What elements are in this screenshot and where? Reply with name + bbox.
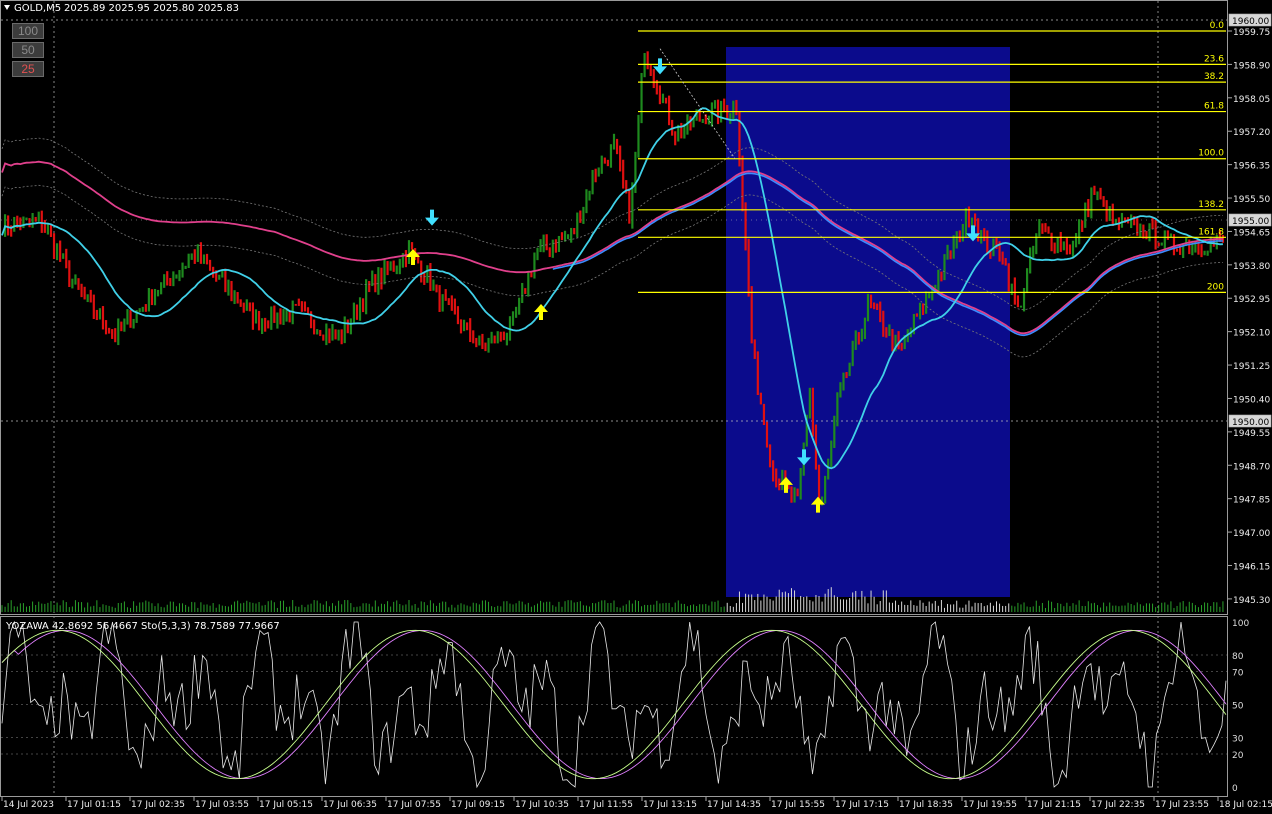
price-tick-label: 1953.80 [1233, 262, 1270, 272]
price-tick-label: 1947.85 [1233, 496, 1270, 506]
time-tick-label: 17 Jul 19:55 [963, 800, 1017, 810]
fibo-level-label: 38.2 [1204, 72, 1224, 82]
zoom-50-label: 50 [21, 43, 35, 57]
price-tick-label: 1945.30 [1233, 596, 1270, 606]
price-tick-label: 1955.50 [1233, 195, 1270, 205]
price-tick-label: 1958.05 [1233, 95, 1270, 105]
time-tick-label: 17 Jul 23:55 [1155, 800, 1209, 810]
highlight-zone [726, 47, 1010, 597]
ohlc-label: 2025.89 2025.95 2025.80 2025.83 [64, 3, 239, 14]
price-tick-label: 1946.15 [1233, 562, 1270, 572]
time-tick-label: 17 Jul 15:55 [771, 800, 825, 810]
price-tick-label: 1949.55 [1233, 429, 1270, 439]
price-tick-label: 1958.90 [1233, 61, 1270, 71]
time-tick-label: 18 Jul 02:15 [1219, 800, 1272, 810]
price-tick-label: 1947.00 [1233, 529, 1270, 539]
time-tick-label: 17 Jul 10:35 [515, 800, 569, 810]
fibo-level-label: 200 [1207, 282, 1224, 292]
indicator-level-label: 80 [1232, 652, 1244, 662]
current-price-label: 1955.00 [1232, 217, 1269, 227]
zoom-25-label: 25 [21, 62, 35, 76]
time-tick-label: 17 Jul 02:35 [131, 800, 185, 810]
fibo-level-label: 61.8 [1204, 102, 1224, 112]
indicator-level-label: 50 [1232, 702, 1244, 712]
symbol-label: GOLD,M5 [14, 3, 61, 14]
price-tick-label: 1959.75 [1233, 28, 1270, 38]
price-tick-label: 1950.40 [1233, 395, 1270, 405]
time-tick-label: 17 Jul 11:55 [579, 800, 633, 810]
time-tick-label: 17 Jul 03:55 [195, 800, 249, 810]
time-tick-label: 14 Jul 2023 [3, 800, 54, 810]
price-tick-label: 1954.65 [1233, 228, 1270, 238]
zoom-100-button[interactable]: 100 [12, 23, 44, 39]
zoom-100-label: 100 [17, 24, 39, 38]
price-tick-label: 1952.95 [1233, 295, 1270, 305]
indicator-level-label: 100 [1232, 619, 1249, 629]
time-tick-label: 17 Jul 06:35 [323, 800, 377, 810]
indicator-level-label: 0 [1232, 784, 1238, 794]
price-tick-label: 1952.10 [1233, 329, 1270, 339]
fibo-level-label: 138.2 [1198, 200, 1224, 210]
price-tick-label: 1956.35 [1233, 162, 1270, 172]
zoom-50-button[interactable]: 50 [12, 42, 44, 58]
price-tick-label: 1951.25 [1233, 362, 1270, 372]
chart-canvas[interactable]: 0.023.638.261.8100.0138.2161.8200 100807… [0, 0, 1272, 814]
time-tick-label: 17 Jul 22:35 [1091, 800, 1145, 810]
indicator-title: YOZAWA 42.8692 56.4667 Sto(5,3,3) 78.758… [5, 621, 280, 632]
time-tick-label: 17 Jul 18:35 [899, 800, 953, 810]
time-tick-label: 17 Jul 14:35 [707, 800, 761, 810]
time-tick-label: 17 Jul 01:15 [67, 800, 121, 810]
fibo-level-label: 100.0 [1198, 149, 1224, 159]
time-tick-label: 17 Jul 21:15 [1027, 800, 1081, 810]
fibo-level-label: 161.8 [1198, 227, 1224, 237]
fibo-level-label: 23.6 [1204, 54, 1224, 64]
time-tick-label: 17 Jul 09:15 [451, 800, 505, 810]
time-tick-label: 17 Jul 05:15 [259, 800, 313, 810]
time-tick-label: 17 Jul 07:55 [387, 800, 441, 810]
indicator-level-label: 30 [1232, 735, 1244, 745]
price-tick-label: 1957.20 [1233, 128, 1270, 138]
mid-price-label: 1950.00 [1232, 418, 1269, 428]
time-tick-label: 17 Jul 17:15 [835, 800, 889, 810]
indicator-level-label: 70 [1232, 669, 1244, 679]
indicator-level-label: 20 [1232, 751, 1244, 761]
fibo-level-label: 0.0 [1210, 21, 1225, 31]
time-tick-label: 17 Jul 13:15 [643, 800, 697, 810]
price-tick-label: 1948.70 [1233, 462, 1270, 472]
top-price-label: 1960.00 [1232, 17, 1269, 27]
zoom-25-button[interactable]: 25 [12, 61, 44, 77]
